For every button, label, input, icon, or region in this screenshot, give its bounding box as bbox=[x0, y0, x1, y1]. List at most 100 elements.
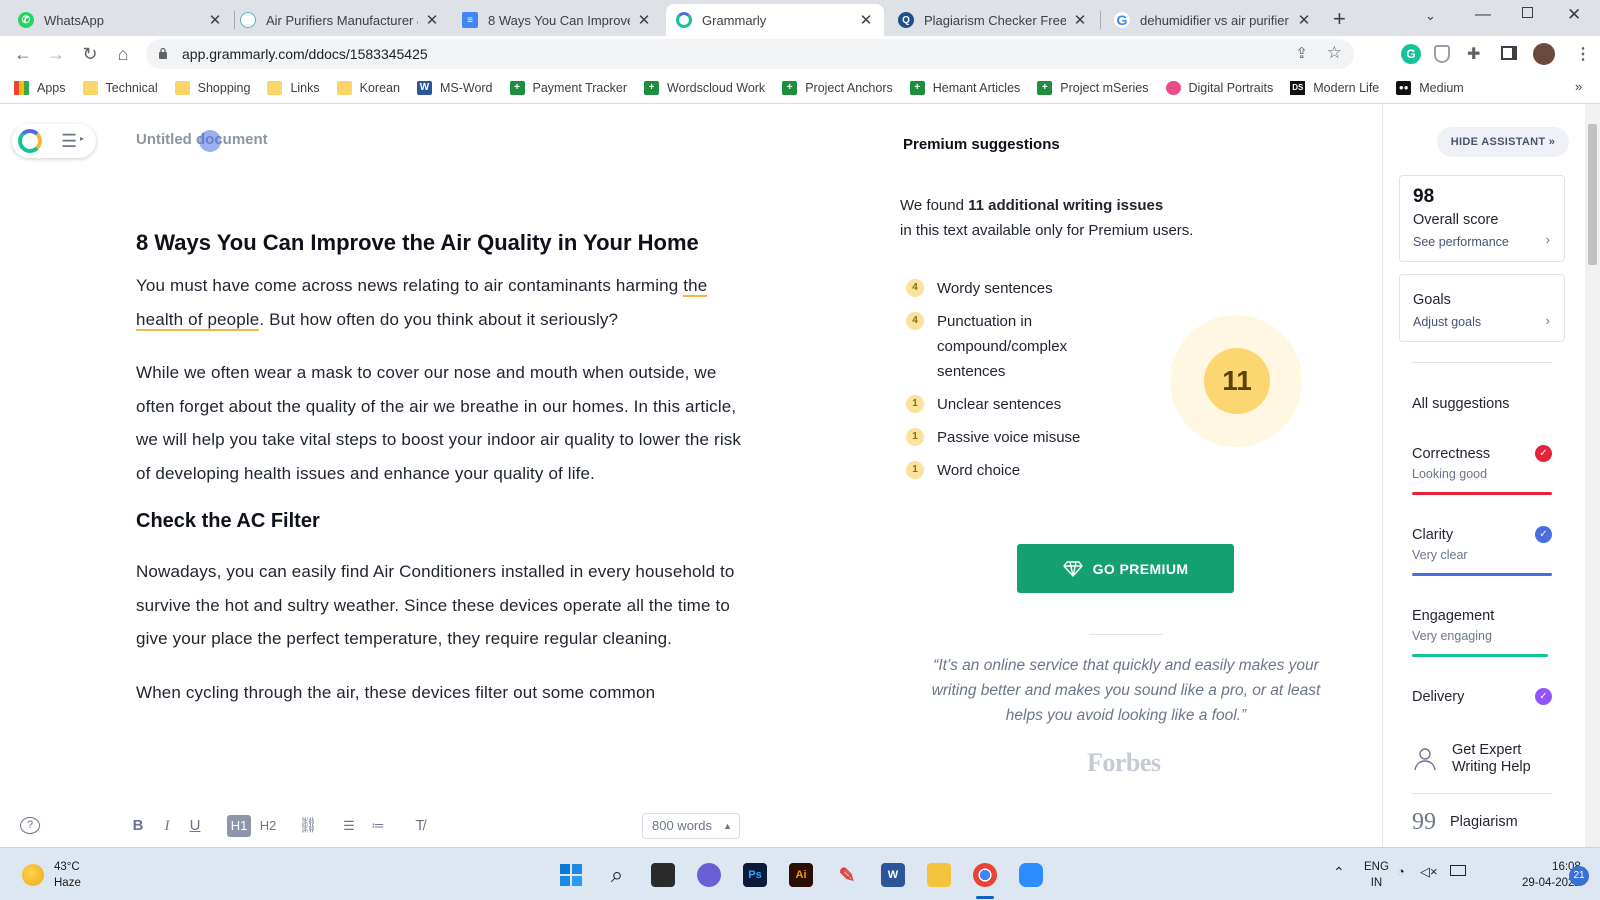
hide-assistant-label: HIDE ASSISTANT bbox=[1450, 136, 1546, 148]
minimize-icon[interactable]: — bbox=[1475, 6, 1491, 24]
heading-1-button[interactable]: H1 bbox=[227, 815, 251, 837]
search-icon[interactable]: ⌕ bbox=[605, 862, 629, 887]
extensions-puzzle-icon[interactable]: ✚ bbox=[1467, 44, 1480, 64]
word-count-button[interactable]: 800 words ▲ bbox=[642, 813, 740, 839]
suggestion-correctness[interactable]: Correctness Looking good ✓ bbox=[1412, 445, 1552, 495]
document-editor[interactable]: 8 Ways You Can Improve the Air Quality i… bbox=[136, 230, 751, 802]
shield-extension-icon[interactable] bbox=[1434, 45, 1450, 63]
reload-icon[interactable]: ↻ bbox=[79, 43, 101, 65]
close-tab-icon[interactable]: ✕ bbox=[1072, 11, 1088, 29]
illustrator-icon[interactable]: Ai bbox=[789, 863, 813, 887]
heading-2-button[interactable]: H2 bbox=[256, 815, 280, 837]
bookmark-korean[interactable]: Korean bbox=[336, 80, 400, 95]
teams-chat-icon[interactable] bbox=[697, 863, 721, 887]
language-indicator[interactable]: ENG IN bbox=[1364, 859, 1389, 891]
help-icon[interactable]: ? bbox=[20, 817, 40, 834]
share-icon[interactable]: ⇪ bbox=[1295, 44, 1308, 62]
forward-icon[interactable]: → bbox=[45, 43, 67, 65]
bookmark-digital-portraits[interactable]: Digital Portraits bbox=[1165, 80, 1273, 95]
task-view-icon[interactable] bbox=[651, 863, 675, 887]
bookmark-apps[interactable]: Apps bbox=[14, 80, 66, 95]
tab-separator bbox=[1100, 11, 1101, 29]
photoshop-icon[interactable]: Ps bbox=[743, 863, 767, 887]
grammarly-extension-icon[interactable]: G bbox=[1401, 44, 1421, 64]
pencil-app-icon[interactable]: ✎ bbox=[835, 863, 859, 887]
tab-air-purifiers[interactable]: Air Purifiers Manufacturer & ✕ bbox=[230, 4, 450, 36]
suggestion-clarity[interactable]: Clarity Very clear ✓ bbox=[1412, 526, 1552, 576]
bookmark-shopping[interactable]: Shopping bbox=[174, 80, 250, 95]
go-premium-button[interactable]: GO PREMIUM bbox=[1017, 544, 1234, 593]
expert-writing-help-link[interactable]: Get Expert Writing Help bbox=[1412, 742, 1547, 776]
tab-whatsapp[interactable]: ✆ WhatsApp ✕ bbox=[8, 4, 233, 36]
bookmark-ms-word[interactable]: W MS-Word bbox=[416, 80, 493, 95]
suggestion-delivery[interactable]: Delivery ✓ bbox=[1412, 688, 1552, 705]
bookmark-payment-tracker[interactable]: + Payment Tracker bbox=[509, 80, 627, 95]
close-tab-icon[interactable]: ✕ bbox=[1296, 11, 1312, 29]
link-icon[interactable]: ⛓ bbox=[298, 815, 318, 837]
close-tab-icon[interactable]: ✕ bbox=[636, 11, 652, 29]
battery-icon[interactable] bbox=[1450, 865, 1466, 876]
zoom-icon[interactable] bbox=[1019, 863, 1043, 887]
wifi-icon[interactable]: ◔ bbox=[1397, 864, 1405, 879]
adjust-goals-link[interactable]: Adjust goals bbox=[1413, 315, 1481, 329]
new-tab-icon[interactable]: + bbox=[1333, 6, 1346, 32]
bookmark-label: Project mSeries bbox=[1060, 80, 1149, 95]
chrome-icon[interactable] bbox=[973, 863, 997, 887]
bookmark-star-icon[interactable]: ☆ bbox=[1327, 43, 1342, 63]
bookmark-links[interactable]: Links bbox=[267, 80, 320, 95]
tab-plagiarism[interactable]: Q Plagiarism Checker Free | A ✕ bbox=[888, 4, 1098, 36]
dribbble-icon bbox=[1165, 80, 1181, 95]
paragraph-3: Nowadays, you can easily find Air Condit… bbox=[136, 562, 735, 648]
home-icon[interactable]: ⌂ bbox=[112, 43, 134, 65]
goals-card[interactable]: Goals Adjust goals › bbox=[1399, 274, 1565, 342]
close-tab-icon[interactable]: ✕ bbox=[858, 11, 874, 29]
see-performance-link[interactable]: See performance bbox=[1413, 235, 1509, 249]
weather-widget[interactable]: 43°C Haze bbox=[22, 859, 81, 891]
scrollbar-thumb[interactable] bbox=[1588, 124, 1597, 265]
tab-title: 8 Ways You Can Improve th bbox=[488, 12, 630, 28]
volume-muted-icon[interactable]: ◁× bbox=[1420, 864, 1438, 880]
mouse-cursor-highlight bbox=[199, 130, 221, 152]
bookmark-project-mseries[interactable]: + Project mSeries bbox=[1037, 80, 1149, 95]
overall-score-card[interactable]: 98 Overall score See performance › bbox=[1399, 175, 1565, 262]
word-app-icon[interactable]: W bbox=[881, 863, 905, 887]
grammarly-menu-button[interactable]: ☰ ▸ bbox=[12, 124, 96, 158]
tab-grammarly[interactable]: Grammarly ✕ bbox=[666, 4, 884, 36]
address-bar[interactable]: app.grammarly.com/ddocs/1583345425 ⇪ ☆ bbox=[146, 39, 1354, 69]
bookmark-wordscloud-work[interactable]: + Wordscloud Work bbox=[644, 80, 765, 95]
maximize-icon[interactable] bbox=[1522, 7, 1533, 18]
all-suggestions-link[interactable]: All suggestions bbox=[1412, 396, 1510, 412]
menu-kebab-icon[interactable]: ⋮ bbox=[1575, 44, 1591, 64]
underline-button[interactable]: U bbox=[185, 815, 205, 837]
bookmark-medium[interactable]: ●● Medium bbox=[1396, 80, 1464, 95]
tab-google-search[interactable]: G dehumidifier vs air purifier ✕ bbox=[1104, 4, 1322, 36]
close-window-icon[interactable]: ✕ bbox=[1567, 5, 1581, 25]
tab-google-doc[interactable]: ≡ 8 Ways You Can Improve th ✕ bbox=[452, 4, 662, 36]
profile-avatar[interactable] bbox=[1533, 43, 1555, 65]
suggestion-engagement[interactable]: Engagement Very engaging bbox=[1412, 608, 1552, 657]
close-tab-icon[interactable]: ✕ bbox=[424, 11, 440, 29]
notification-badge[interactable]: 21 bbox=[1569, 866, 1589, 886]
italic-button[interactable]: I bbox=[157, 815, 177, 837]
issue-item: 1 Passive voice misuse bbox=[906, 425, 1080, 450]
numbered-list-icon[interactable]: ☰ bbox=[339, 815, 359, 837]
bold-button[interactable]: B bbox=[128, 815, 148, 837]
close-tab-icon[interactable]: ✕ bbox=[207, 11, 223, 29]
bookmark-modern-life[interactable]: DS Modern Life bbox=[1290, 80, 1379, 95]
bookmark-hemant-articles[interactable]: + Hemant Articles bbox=[909, 80, 1020, 95]
hide-assistant-button[interactable]: HIDE ASSISTANT » bbox=[1437, 127, 1569, 157]
tray-chevron-up-icon[interactable]: ⌃ bbox=[1333, 864, 1345, 881]
more-bookmarks-icon[interactable]: » bbox=[1575, 79, 1582, 94]
bookmark-technical[interactable]: Technical bbox=[82, 80, 158, 95]
bookmark-project-anchors[interactable]: + Project Anchors bbox=[782, 80, 893, 95]
file-explorer-icon[interactable] bbox=[927, 863, 951, 887]
side-panel-icon[interactable] bbox=[1501, 46, 1517, 60]
clear-formatting-icon[interactable]: T̸ bbox=[410, 815, 430, 837]
plagiarism-link[interactable]: 99 Plagiarism bbox=[1412, 810, 1518, 834]
tab-search-icon[interactable]: ⌄ bbox=[1425, 8, 1436, 24]
windows-start-icon[interactable] bbox=[559, 863, 583, 887]
back-icon[interactable]: ← bbox=[12, 43, 34, 65]
intro-text: We found bbox=[900, 197, 969, 214]
category-progress-bar bbox=[1412, 492, 1552, 495]
bulleted-list-icon[interactable]: ≔ bbox=[368, 815, 388, 837]
